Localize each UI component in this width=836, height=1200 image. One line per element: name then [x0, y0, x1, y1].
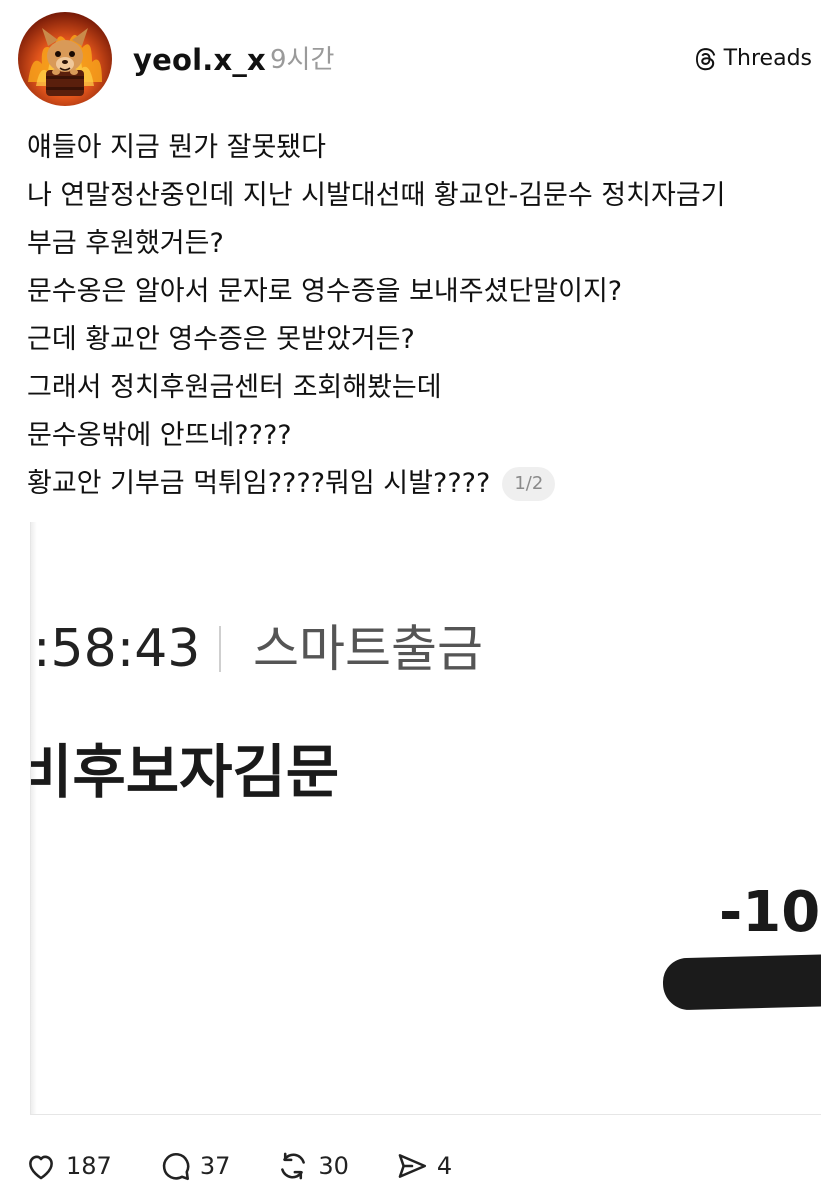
- share-count: 4: [436, 1152, 453, 1180]
- post-text-line: 문수옹밖에 안뜨네????: [27, 420, 292, 451]
- page-indicator-badge: 1/2: [502, 467, 556, 501]
- post-text-line-content: 황교안 기부금 먹튀임????뭐임 시발????: [27, 468, 491, 499]
- chihuahua-on-fire-icon: [28, 28, 102, 96]
- post-text-line: 부금 후원했거든?: [27, 228, 224, 259]
- post-body: 얘들아 지금 뭔가 잘못됐다 나 연말정산중인데 지난 시발대선때 황교안-김문…: [27, 124, 817, 508]
- repost-button[interactable]: 30: [276, 1149, 349, 1183]
- post-timestamp: 9시간: [270, 45, 335, 75]
- transaction-time: :58:43: [33, 619, 201, 679]
- post-text-line: 나 연말정산중인데 지난 시발대선때 황교안-김문수 정치자금기: [27, 180, 726, 211]
- transaction-recipient: 비후보자김문: [30, 738, 340, 806]
- threads-logo-icon: [695, 48, 715, 71]
- comment-icon: [162, 1153, 190, 1181]
- divider: [219, 626, 221, 672]
- transaction-type: 스마트출금: [253, 620, 483, 678]
- like-count: 187: [66, 1152, 112, 1180]
- threads-badge[interactable]: Threads: [694, 44, 812, 74]
- redaction-mark: [662, 953, 821, 1011]
- post-text-line: 얘들아 지금 뭔가 잘못됐다: [27, 132, 326, 163]
- avatar[interactable]: [18, 12, 112, 106]
- like-button[interactable]: 187: [24, 1149, 112, 1183]
- action-bar: 187 37 30 4: [24, 1146, 498, 1186]
- repost-count: 30: [318, 1152, 349, 1180]
- post-text-line: 황교안 기부금 먹튀임????뭐임 시발???? 1/2: [27, 460, 817, 508]
- threads-label: Threads: [723, 46, 812, 71]
- reply-button[interactable]: 37: [158, 1149, 231, 1183]
- attached-image[interactable]: :58:43 스마트출금 비후보자김문 -10: [30, 522, 821, 1115]
- transaction-amount: -10: [719, 880, 821, 945]
- repost-icon: [281, 1152, 306, 1180]
- image-edge-shadow: [31, 522, 37, 1114]
- heart-icon: [29, 1155, 53, 1180]
- reply-count: 37: [199, 1152, 231, 1180]
- post-text-line: 문수옹은 알아서 문자로 영수증을 보내주셨단말이지?: [27, 276, 623, 307]
- share-button[interactable]: 4: [395, 1149, 452, 1183]
- post-text-line: 근데 황교안 영수증은 못받았거든?: [27, 324, 415, 355]
- post-text-line: 그래서 정치후원금센터 조회해봤는데: [27, 372, 442, 403]
- send-icon: [398, 1154, 426, 1178]
- username[interactable]: yeol.x_x: [133, 40, 266, 80]
- threads-post: yeol.x_x 9시간 Threads 얘들아 지금 뭔가 잘못됐다 나 연말…: [0, 0, 836, 1200]
